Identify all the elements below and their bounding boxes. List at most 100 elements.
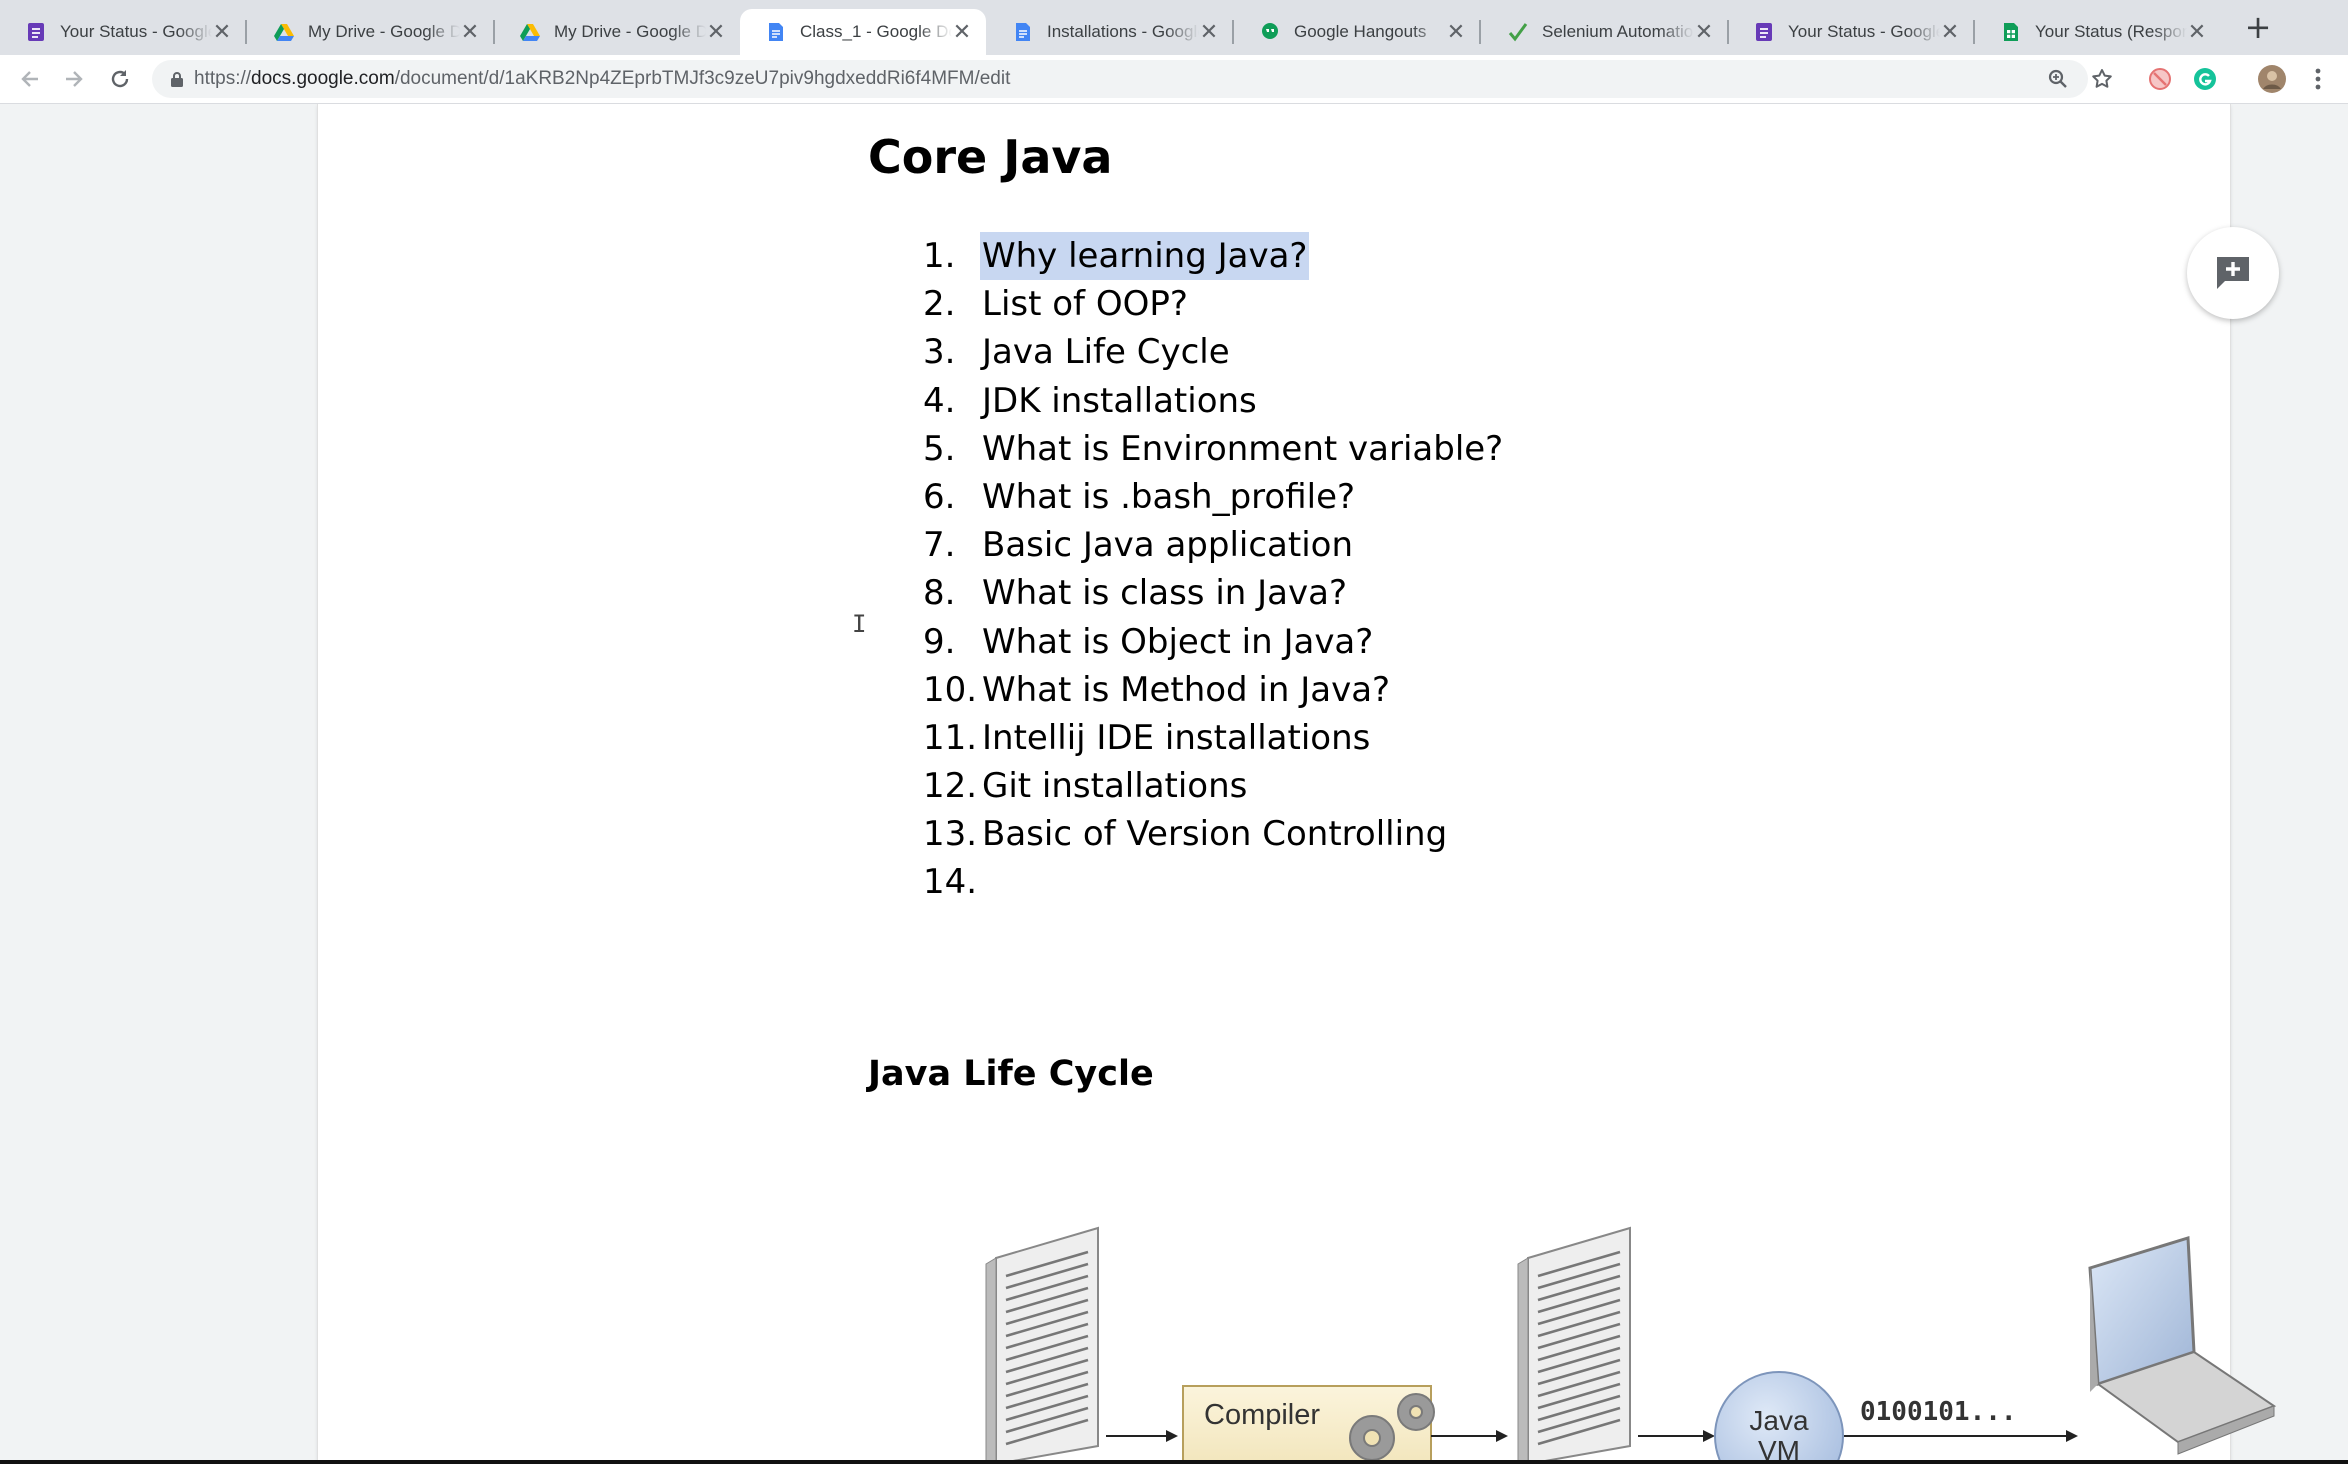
forms-icon — [26, 22, 46, 42]
forms-icon — [1754, 22, 1774, 42]
tab-title: Selenium Automation — [1542, 22, 1694, 41]
selected-list-text: Why learning Java? — [980, 232, 1310, 280]
url-text: https://docs.google.com/document/d/1aKRB… — [194, 68, 1011, 89]
list-item[interactable]: 4. JDK installations — [923, 377, 1503, 425]
close-tab-icon[interactable]: ✕ — [2187, 21, 2207, 43]
list-text: What is Object in Java? — [982, 621, 1374, 662]
list-number: 5. — [923, 428, 956, 469]
blocker-extension-icon — [2149, 68, 2171, 90]
tab-separator — [1479, 20, 1481, 44]
topics-list: 1. Why learning Java? 2. List of OOP? 3. Java… — [923, 232, 1503, 907]
close-tab-icon[interactable]: ✕ — [1446, 21, 1466, 43]
list-item[interactable]: 3. Java Life Cycle — [923, 328, 1503, 376]
kebab-menu-icon — [2315, 68, 2321, 90]
close-tab-icon[interactable]: ✕ — [1694, 21, 1714, 43]
close-tab-icon[interactable]: ✕ — [706, 21, 726, 43]
forward-arrow-icon — [66, 71, 83, 87]
list-item[interactable]: 7. Basic Java application — [923, 521, 1503, 569]
bookmark-star-button[interactable] — [2084, 61, 2120, 97]
browser-tab[interactable]: My Drive - Google Drive✕ — [494, 9, 740, 55]
list-text: List of OOP? — [982, 284, 1188, 325]
browser-tab[interactable]: Google Hangouts ✕ — [1234, 9, 1480, 55]
grammarly-icon — [2194, 68, 2216, 90]
list-item[interactable]: 6. What is .bash_profile? — [923, 473, 1503, 521]
tab-title: Google Hangouts — [1294, 22, 1427, 41]
arrow-icon — [1844, 1430, 2078, 1442]
screen-edge — [0, 1460, 2348, 1464]
close-tab-icon[interactable]: ✕ — [212, 21, 232, 43]
heading-core-java: Core Java — [868, 130, 1113, 184]
list-item[interactable]: 12. Git installations — [923, 762, 1503, 810]
address-bar[interactable]: https://docs.google.com/document/d/1aKRB… — [152, 60, 2088, 98]
list-text: What is Method in Java? — [982, 669, 1391, 710]
hangouts-icon — [1260, 22, 1280, 42]
list-item[interactable]: 8. What is class in Java? — [923, 569, 1503, 617]
back-arrow-icon — [21, 71, 38, 87]
browser-tab[interactable]: Your Status (Responses)✕ — [1975, 9, 2221, 55]
list-text: Intellij IDE installations — [982, 717, 1371, 758]
list-item[interactable]: 5. What is Environment variable? — [923, 425, 1503, 473]
compiler-box: Compiler — [1182, 1385, 1435, 1460]
arrow-icon — [1431, 1430, 1508, 1442]
list-number: 7. — [923, 525, 956, 566]
tab-title: My Drive - Google Drive — [308, 22, 460, 41]
reload-button[interactable] — [102, 61, 138, 97]
close-tab-icon[interactable]: ✕ — [952, 21, 972, 43]
list-item[interactable]: 13. Basic of Version Controlling — [923, 810, 1503, 858]
star-icon — [2092, 69, 2112, 88]
list-text: What is .bash_profile? — [982, 476, 1356, 517]
jvm-label-line2: VM — [1758, 1435, 1800, 1460]
bytecode-label: 0100101... — [1860, 1397, 2017, 1427]
list-item[interactable]: 9. What is Object in Java? — [923, 618, 1503, 666]
new-tab-button[interactable]: + — [2242, 11, 2274, 44]
list-text: Git installations — [982, 766, 1248, 807]
browser-menu-button[interactable] — [2300, 61, 2336, 97]
list-number: 4. — [923, 380, 956, 421]
list-number: 11. — [923, 717, 978, 758]
browser-tab[interactable]: Your Status - Google Forms✕ — [0, 9, 246, 55]
lock-icon — [171, 72, 183, 87]
close-tab-icon[interactable]: ✕ — [460, 21, 480, 43]
tab-title: Class_1 - Google Docs — [800, 22, 952, 41]
browser-toolbar: https://docs.google.com/document/d/1aKRB… — [0, 55, 2348, 104]
list-item[interactable]: 11. Intellij IDE installations — [923, 714, 1503, 762]
list-number: 14. — [923, 862, 978, 903]
docs-icon — [1013, 22, 1033, 42]
list-number: 1. — [923, 236, 956, 276]
list-item[interactable]: 2. List of OOP? — [923, 280, 1503, 328]
arrow-icon — [1638, 1430, 1715, 1442]
extension-blocker-button[interactable] — [2142, 61, 2178, 97]
add-comment-button[interactable] — [2187, 227, 2279, 319]
jvm-label-line1: Java — [1749, 1405, 1809, 1436]
browser-tab[interactable]: Selenium Automation ✕ — [1482, 9, 1728, 55]
profile-avatar-button[interactable] — [2254, 61, 2290, 97]
list-number: 10. — [923, 669, 978, 710]
list-number: 3. — [923, 332, 956, 373]
laptop-icon — [2088, 1236, 2277, 1455]
list-text: What is Environment variable? — [982, 428, 1504, 469]
tab-separator — [245, 20, 247, 44]
browser-tab[interactable]: My Drive - Google Drive✕ — [248, 9, 494, 55]
zoom-button[interactable] — [2040, 61, 2076, 97]
list-text: Basic Java application — [982, 525, 1353, 566]
bytecode-file-icon — [1517, 1226, 1631, 1460]
forward-button[interactable] — [56, 61, 92, 97]
tab-strip: Your Status - Google Forms✕My Drive - Go… — [0, 0, 2348, 55]
avatar-icon — [2258, 65, 2286, 93]
browser-tab[interactable]: Class_1 - Google Docs✕ — [740, 9, 986, 55]
tab-title: Installations - Google Docs — [1047, 22, 1199, 41]
list-item[interactable]: 10. What is Method in Java? — [923, 666, 1503, 714]
extension-grammarly-button[interactable] — [2187, 61, 2223, 97]
browser-tab[interactable]: Installations - Google Docs✕ — [987, 9, 1233, 55]
list-text: Java Life Cycle — [982, 332, 1230, 373]
browser-tab[interactable]: Your Status - Google Forms✕ — [1728, 9, 1974, 55]
close-tab-icon[interactable]: ✕ — [1940, 21, 1960, 43]
document-page[interactable]: Core Java 1. Why learning Java? 2. List of … — [318, 104, 2277, 1460]
back-button[interactable] — [12, 61, 48, 97]
list-text: JDK installations — [982, 380, 1257, 421]
reload-icon — [111, 70, 129, 88]
list-item[interactable]: 1. Why learning Java? — [923, 232, 1503, 280]
close-tab-icon[interactable]: ✕ — [1199, 21, 1219, 43]
list-item[interactable]: 14. — [923, 858, 1503, 906]
list-number: 9. — [923, 621, 956, 662]
